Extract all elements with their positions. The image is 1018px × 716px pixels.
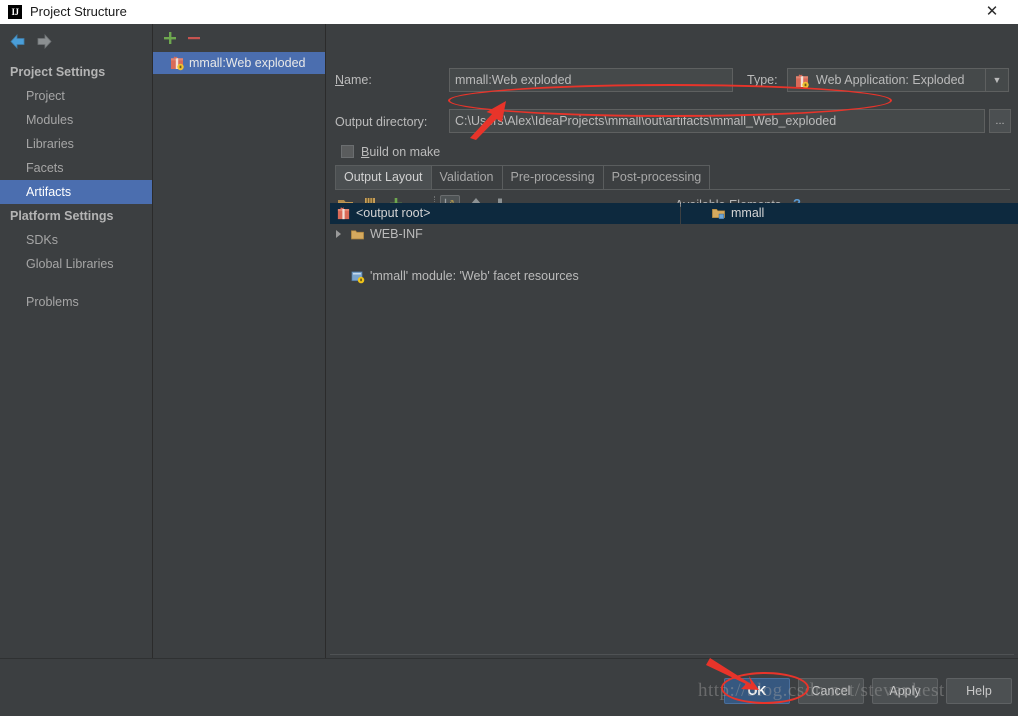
title-bar: IJ Project Structure ✕ bbox=[0, 0, 1018, 25]
output-directory-input[interactable] bbox=[449, 109, 985, 133]
close-icon[interactable]: ✕ bbox=[970, 0, 1014, 24]
settings-sidebar: Project Settings Project Modules Librari… bbox=[0, 24, 153, 658]
name-input[interactable] bbox=[449, 68, 733, 92]
artifact-icon bbox=[171, 56, 184, 71]
artifact-icon bbox=[337, 207, 350, 220]
tab-post-processing[interactable]: Post-processing bbox=[603, 165, 711, 189]
tree-row[interactable]: WEB-INF bbox=[330, 224, 680, 245]
tree-row-label: WEB-INF bbox=[370, 227, 423, 241]
sidebar-group-platform-settings: Platform Settings bbox=[10, 209, 114, 223]
type-combobox[interactable]: Web Application: Exploded ▼ bbox=[787, 68, 1009, 92]
build-on-make-checkbox[interactable] bbox=[341, 145, 354, 158]
add-artifact-icon[interactable] bbox=[161, 29, 179, 47]
type-combobox-value: Web Application: Exploded bbox=[816, 73, 965, 87]
sidebar-divider bbox=[0, 276, 152, 290]
sidebar-group-project-settings: Project Settings bbox=[10, 65, 106, 79]
sidebar-item-global-libraries[interactable]: Global Libraries bbox=[0, 252, 152, 276]
window-title: Project Structure bbox=[30, 4, 127, 19]
available-root-row[interactable]: mmall bbox=[681, 203, 1018, 224]
tree-row[interactable]: 'mmall' module: 'Web' facet resources bbox=[330, 266, 680, 287]
chevron-down-icon[interactable]: ▼ bbox=[985, 69, 1008, 91]
sidebar-item-problems[interactable]: Problems bbox=[0, 290, 152, 314]
intellij-logo-icon: IJ bbox=[8, 5, 22, 19]
output-root-row[interactable]: <output root> bbox=[330, 203, 680, 224]
chevron-right-icon[interactable] bbox=[336, 230, 341, 238]
sidebar-list: Project Settings Project Modules Librari… bbox=[0, 60, 152, 314]
ok-button[interactable]: OK bbox=[724, 678, 790, 704]
browse-output-directory-button[interactable]: ... bbox=[989, 109, 1011, 133]
tab-pre-processing[interactable]: Pre-processing bbox=[502, 165, 604, 189]
folder-icon bbox=[351, 230, 364, 240]
sidebar-item-project[interactable]: Project bbox=[0, 84, 152, 108]
sidebar-item-sdks[interactable]: SDKs bbox=[0, 228, 152, 252]
module-facet-icon bbox=[351, 271, 365, 284]
tab-output-layout[interactable]: Output Layout bbox=[335, 165, 432, 189]
help-button[interactable]: Help bbox=[946, 678, 1012, 704]
sidebar-item-facets[interactable]: Facets bbox=[0, 156, 152, 180]
tab-validation[interactable]: Validation bbox=[431, 165, 503, 189]
tree-row-label: 'mmall' module: 'Web' facet resources bbox=[370, 269, 579, 283]
sidebar-item-artifacts[interactable]: Artifacts bbox=[0, 180, 152, 204]
module-folder-icon bbox=[712, 208, 725, 220]
sidebar-item-modules[interactable]: Modules bbox=[0, 108, 152, 132]
artifacts-list-panel: mmall:Web exploded bbox=[153, 24, 326, 658]
output-root-label: <output root> bbox=[356, 206, 431, 220]
output-directory-label: Output directory: bbox=[335, 115, 428, 129]
navigation-arrows bbox=[6, 30, 66, 54]
arrow-left-icon[interactable] bbox=[6, 30, 30, 54]
artifacts-toolbar bbox=[153, 24, 325, 52]
artifact-editor-panel: Name: Type: Web Application: Exploded ▼ … bbox=[326, 24, 1018, 678]
name-label: Name: bbox=[335, 73, 372, 87]
apply-button[interactable]: Apply bbox=[872, 678, 938, 704]
sidebar-item-libraries[interactable]: Libraries bbox=[0, 132, 152, 156]
output-layout-tree: <output root> WEB-INF 'mmall' module: 'W… bbox=[330, 203, 680, 653]
editor-tabs: Output Layout Validation Pre-processing … bbox=[335, 165, 711, 189]
artifact-icon bbox=[796, 74, 809, 89]
type-label: Type: bbox=[747, 73, 778, 87]
list-item[interactable]: mmall:Web exploded bbox=[153, 52, 325, 74]
list-item-label: mmall:Web exploded bbox=[189, 56, 306, 70]
remove-artifact-icon[interactable] bbox=[185, 29, 203, 47]
cancel-button[interactable]: Cancel bbox=[798, 678, 864, 704]
build-on-make-label: Build on make bbox=[361, 145, 441, 159]
arrow-right-icon[interactable] bbox=[32, 30, 56, 54]
available-elements-tree: mmall bbox=[681, 203, 1018, 653]
available-root-label: mmall bbox=[731, 206, 765, 220]
dialog-footer: OK Cancel Apply Help bbox=[0, 659, 1018, 716]
project-structure-dialog: IJ Project Structure ✕ Project Settings … bbox=[0, 0, 1018, 716]
tabs-underline bbox=[335, 189, 1010, 190]
